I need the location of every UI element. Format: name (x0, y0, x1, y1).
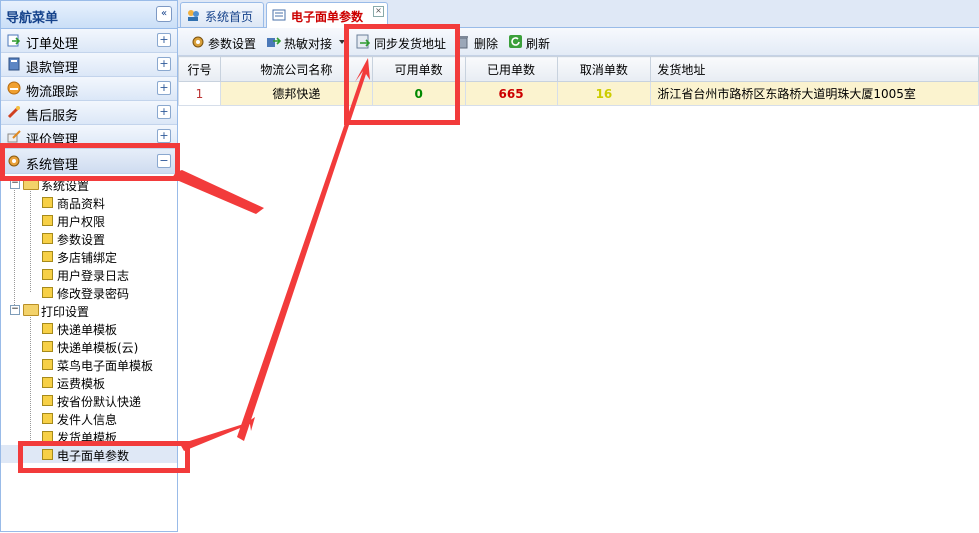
arrow-to-sync-button (237, 58, 370, 441)
annotation-arrows (172, 58, 370, 451)
arrow-to-system-menu (172, 170, 264, 214)
